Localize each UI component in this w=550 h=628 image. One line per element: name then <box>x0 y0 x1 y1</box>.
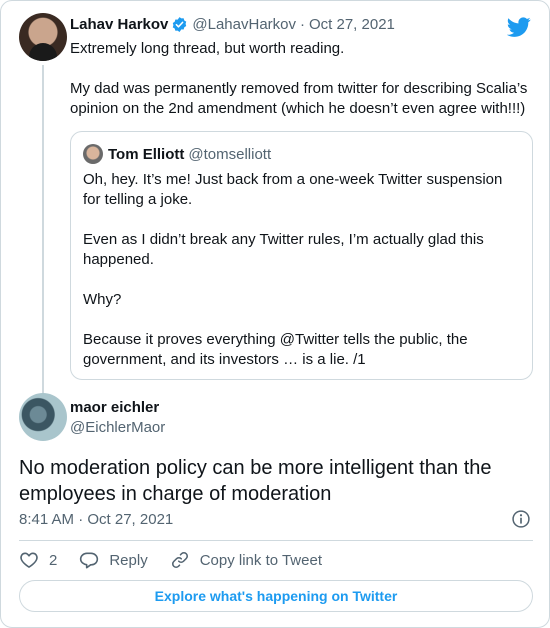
twitter-bird-icon[interactable] <box>507 15 531 39</box>
main-tweet-text: No moderation policy can be more intelli… <box>19 457 492 505</box>
author-name[interactable]: Lahav Harkov <box>70 16 168 33</box>
info-icon[interactable] <box>511 509 531 529</box>
copy-link-button[interactable]: Copy link to Tweet <box>170 550 322 570</box>
copy-link-label: Copy link to Tweet <box>199 551 322 569</box>
author-handle[interactable]: @LahavHarkov <box>192 16 296 33</box>
link-icon <box>171 552 188 568</box>
reply-button[interactable]: Reply <box>79 550 148 570</box>
tweet-timestamp[interactable]: 8:41 AM · Oct 27, 2021 <box>19 511 173 528</box>
author-name: Tom Elliott <box>108 145 185 163</box>
author-handle[interactable]: @EichlerMaor <box>70 419 165 436</box>
parent-tweet-text: Extremely long thread, but worth reading… <box>70 39 540 119</box>
tweet-text-paragraph: Even as I didn’t break any Twitter rules… <box>83 231 484 268</box>
reply-label: Reply <box>109 551 148 569</box>
tweet-actions: 2 Reply Copy link to Tweet <box>19 549 344 571</box>
embedded-tweet-card: Lahav Harkov @LahavHarkov · Oct 27, 2021… <box>0 0 550 628</box>
divider <box>19 540 533 541</box>
like-count: 2 <box>49 551 58 569</box>
avatar[interactable] <box>19 13 67 61</box>
explore-twitter-button[interactable]: Explore what's happening on Twitter <box>19 580 533 612</box>
reply-bubble-icon <box>80 552 99 569</box>
heart-icon <box>20 552 38 568</box>
avatar[interactable] <box>19 393 67 441</box>
tweet-text-paragraph: Because it proves everything @Twitter te… <box>83 331 468 368</box>
parent-tweet-header: Lahav Harkov @LahavHarkov · Oct 27, 2021 <box>70 16 395 33</box>
separator-dot: · <box>300 16 305 33</box>
tweet-text-paragraph: Oh, hey. It’s me! Just back from a one-w… <box>83 171 503 208</box>
tweet-text-line: My dad was permanently removed from twit… <box>70 80 528 117</box>
quoted-tweet-text: Oh, hey. It’s me! Just back from a one-w… <box>83 170 520 370</box>
tweet-date[interactable]: Oct 27, 2021 <box>309 16 395 33</box>
avatar <box>83 144 103 164</box>
tweet-text-line: Extremely long thread, but worth reading… <box>70 40 345 57</box>
author-name[interactable]: maor eichler <box>70 399 159 416</box>
quoted-tweet[interactable]: Tom Elliott @tomselliott Oh, hey. It’s m… <box>70 131 533 380</box>
author-handle: @tomselliott <box>188 145 272 163</box>
verified-badge-icon <box>173 17 187 32</box>
tweet-text-paragraph: Why? <box>83 291 122 308</box>
like-button[interactable]: 2 <box>19 550 57 570</box>
thread-connector-line <box>42 65 44 401</box>
quoted-tweet-header: Tom Elliott @tomselliott <box>83 144 520 164</box>
